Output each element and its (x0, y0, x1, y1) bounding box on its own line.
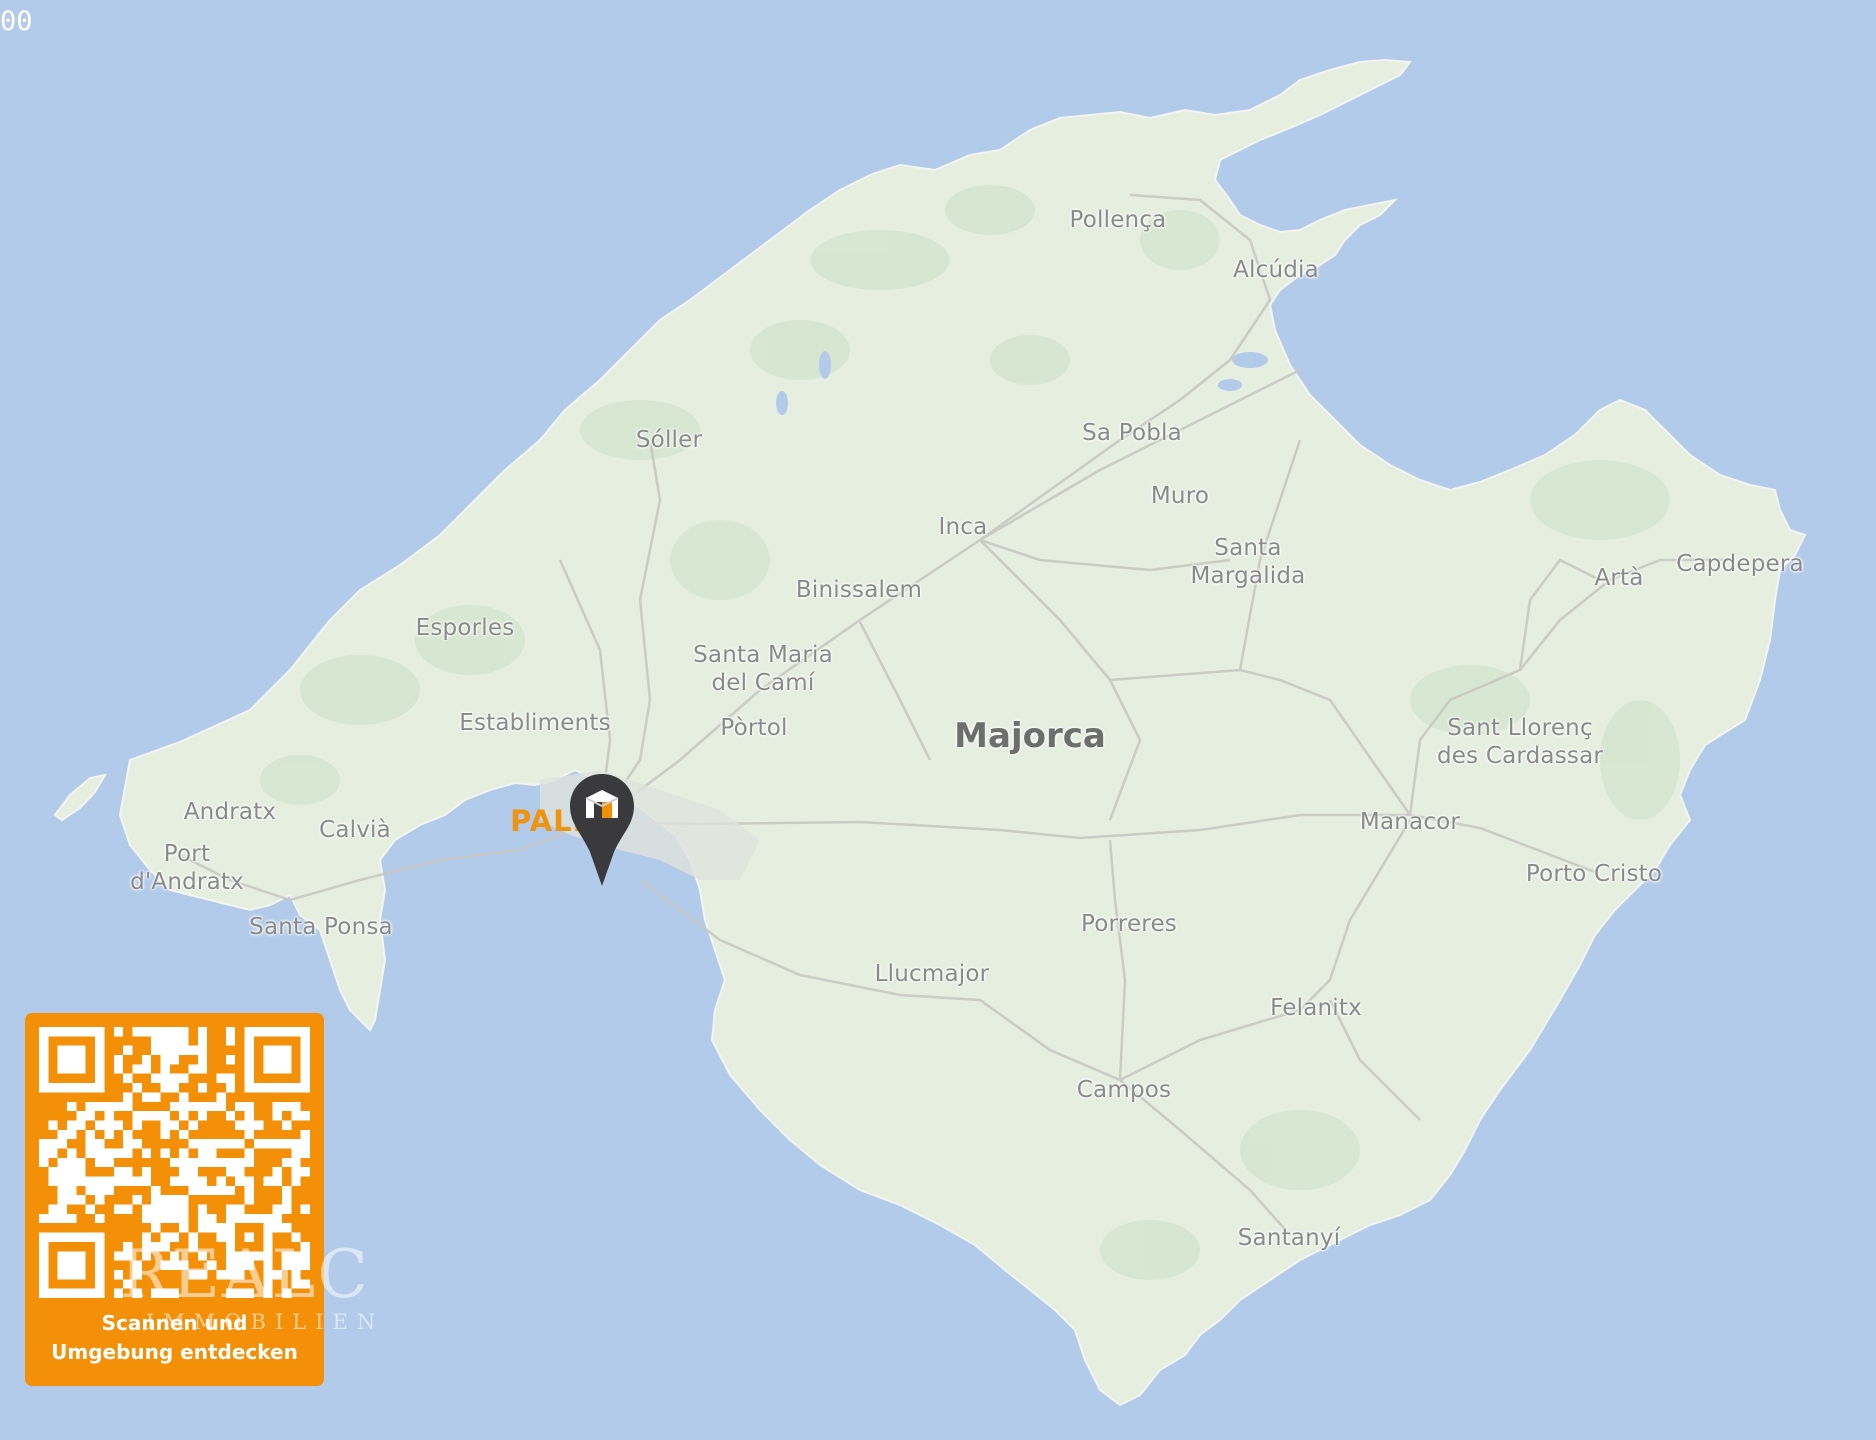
label-andratx: Andratx (183, 799, 277, 825)
label-santa-ponsa: Santa Ponsa (249, 914, 393, 940)
label-alcudia: Alcúdia (1233, 257, 1319, 283)
label-llucmajor: Llucmajor (874, 961, 990, 987)
label-santanyi: Santanyí (1237, 1225, 1341, 1251)
label-campos: Campos (1076, 1077, 1172, 1103)
label-santa-margalida: Santa Margalida (1190, 535, 1306, 589)
label-manacor: Manacor (1359, 809, 1461, 835)
label-establiments: Establiments (459, 710, 611, 736)
qr-caption-line2: Umgebung entdecken (51, 1340, 298, 1364)
label-calvia: Calvià (319, 817, 391, 843)
label-sa-pobla: Sa Pobla (1082, 420, 1182, 446)
label-esporles: Esporles (415, 615, 515, 641)
label-island: Majorca (954, 716, 1106, 756)
top-left-counter: 00 (0, 6, 33, 37)
label-binissalem: Binissalem (795, 577, 923, 603)
label-felanitx: Felanitx (1270, 995, 1362, 1021)
label-sant-llorenc: Sant Llorenç des Cardassar (1436, 715, 1604, 769)
label-portol: Pòrtol (720, 715, 788, 741)
label-inca: Inca (938, 514, 988, 540)
label-santa-maria: Santa Maria del Camí (693, 642, 833, 696)
label-soller: Sóller (635, 427, 703, 453)
watermark-sub: IMMOBILIEN (146, 1310, 385, 1334)
location-pin-icon[interactable] (568, 772, 636, 888)
label-porto-cristo: Porto Cristo (1525, 861, 1663, 887)
label-porreres: Porreres (1081, 911, 1177, 937)
label-port-andratx: Port d'Andratx (130, 841, 244, 895)
label-pollenca: Pollença (1069, 207, 1167, 233)
label-arta: Artà (1594, 565, 1644, 591)
brand-watermark: REALC IMMOBILIEN (120, 1240, 380, 1340)
watermark-logo: REALC (120, 1236, 370, 1313)
label-muro: Muro (1150, 483, 1210, 509)
label-capdepera: Capdepera (1676, 551, 1804, 577)
